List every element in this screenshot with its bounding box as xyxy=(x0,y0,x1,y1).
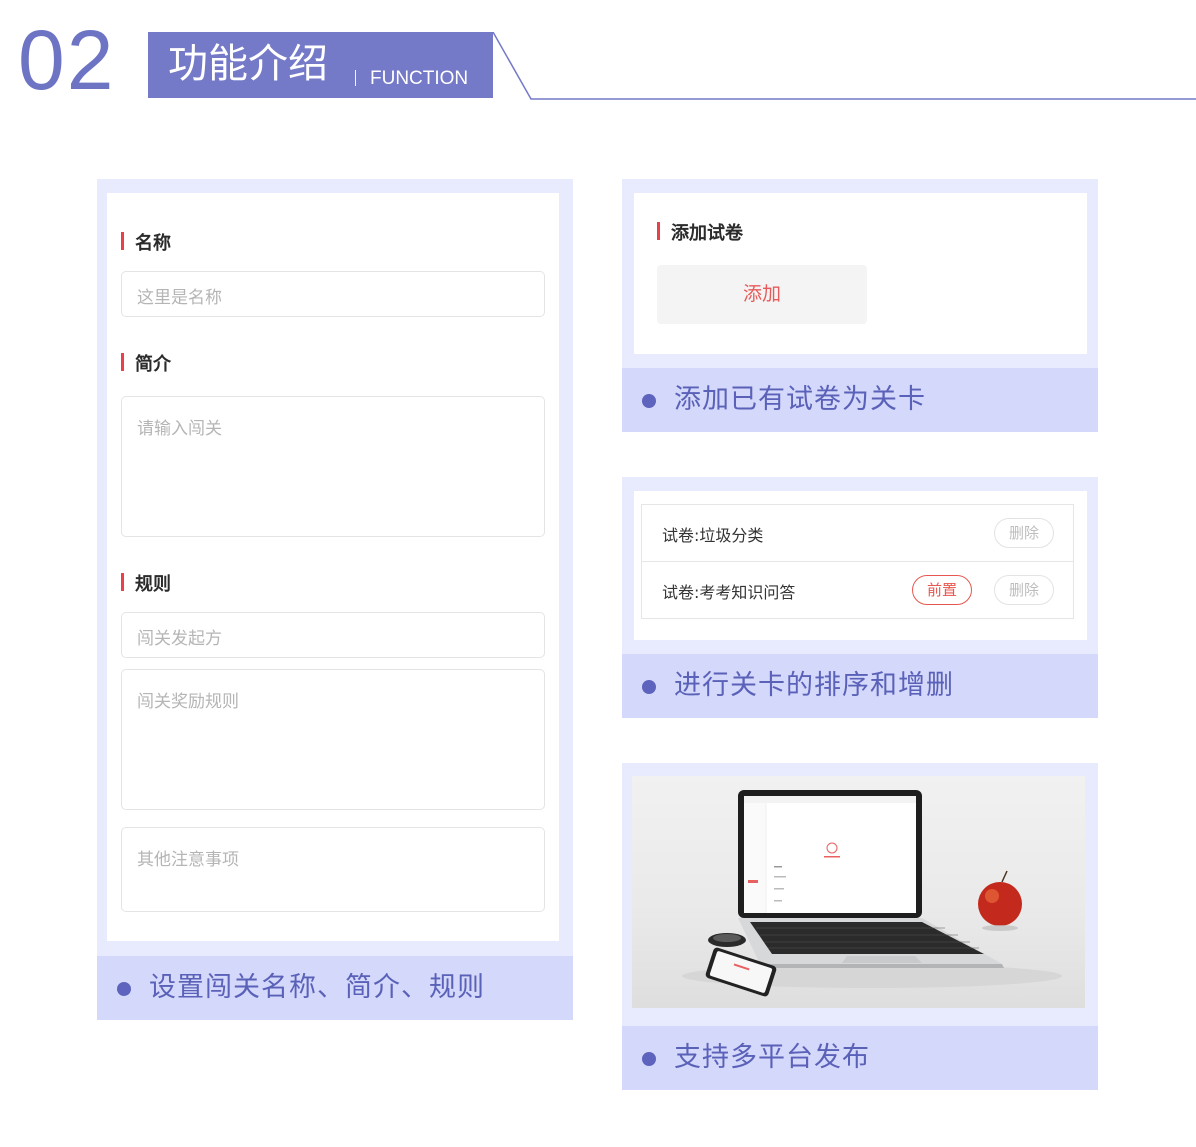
form-caption-text: 设置闯关名称、简介、规则 xyxy=(149,972,485,1003)
section-subtitle: FUNCTION xyxy=(370,68,469,89)
add-exam-caption-text: 添加已有试卷为关卡 xyxy=(674,384,926,415)
list-item: 试卷:考考知识问答 前置 删除 xyxy=(642,561,1073,617)
bullet-dot xyxy=(117,982,131,996)
laptop-phone-apple-illustration xyxy=(682,790,1062,997)
add-exam-label: 添加试卷 xyxy=(657,219,743,245)
platform-caption: 支持多平台发布 xyxy=(622,1026,1098,1090)
form-card: 名称 这里是名称 简介 请输入闯关 规则 闯关发起方 闯关奖励规则 其他注意事项 xyxy=(107,193,559,941)
delete-button[interactable]: 删除 xyxy=(994,575,1054,605)
bullet-dot xyxy=(642,680,656,694)
platform-caption-text: 支持多平台发布 xyxy=(674,1042,870,1073)
bullet-dot xyxy=(642,1052,656,1066)
name-label: 名称 xyxy=(121,229,171,255)
add-exam-caption: 添加已有试卷为关卡 xyxy=(622,368,1098,432)
notes-textarea[interactable]: 其他注意事项 xyxy=(121,827,545,912)
reward-textarea[interactable]: 闯关奖励规则 xyxy=(121,669,545,810)
form-panel: 名称 这里是名称 简介 请输入闯关 规则 闯关发起方 闯关奖励规则 其他注意事项… xyxy=(97,179,573,1020)
initiator-input[interactable]: 闯关发起方 xyxy=(121,612,545,658)
intro-textarea[interactable]: 请输入闯关 xyxy=(121,396,545,537)
reward-placeholder: 闯关奖励规则 xyxy=(137,692,239,712)
rules-label: 规则 xyxy=(121,570,171,596)
form-caption: 设置闯关名称、简介、规则 xyxy=(97,956,573,1020)
initiator-placeholder: 闯关发起方 xyxy=(137,629,222,649)
title-separator xyxy=(355,70,356,86)
exam-title: 试卷:考考知识问答 xyxy=(662,583,796,602)
sort-card: 试卷:垃圾分类 删除 试卷:考考知识问答 前置 删除 xyxy=(634,491,1087,640)
section-number: 02 xyxy=(18,13,116,107)
sort-caption-text: 进行关卡的排序和增删 xyxy=(674,670,954,701)
add-exam-card: 添加试卷 添加 xyxy=(634,193,1087,354)
devices-photo xyxy=(632,776,1085,1008)
add-button[interactable]: 添加 xyxy=(657,265,867,324)
name-placeholder: 这里是名称 xyxy=(137,288,222,308)
add-exam-panel: 添加试卷 添加 添加已有试卷为关卡 xyxy=(622,179,1098,432)
sort-panel: 试卷:垃圾分类 删除 试卷:考考知识问答 前置 删除 进行关卡的排序和增删 xyxy=(622,477,1098,718)
platform-panel: 支持多平台发布 xyxy=(622,763,1098,1090)
delete-button[interactable]: 删除 xyxy=(994,518,1054,548)
bullet-dot xyxy=(642,394,656,408)
section-title-box: 功能介绍 FUNCTION xyxy=(148,32,493,98)
name-input[interactable]: 这里是名称 xyxy=(121,271,545,317)
intro-label: 简介 xyxy=(121,350,171,376)
section-title: 功能介绍 xyxy=(168,41,328,87)
move-front-button[interactable]: 前置 xyxy=(912,575,972,605)
exam-title: 试卷:垃圾分类 xyxy=(662,526,764,545)
list-item: 试卷:垃圾分类 删除 xyxy=(642,505,1073,561)
exam-list: 试卷:垃圾分类 删除 试卷:考考知识问答 前置 删除 xyxy=(641,504,1074,619)
intro-placeholder: 请输入闯关 xyxy=(137,419,222,439)
sort-caption: 进行关卡的排序和增删 xyxy=(622,654,1098,718)
header-underline xyxy=(492,32,1196,100)
notes-placeholder: 其他注意事项 xyxy=(137,850,239,870)
